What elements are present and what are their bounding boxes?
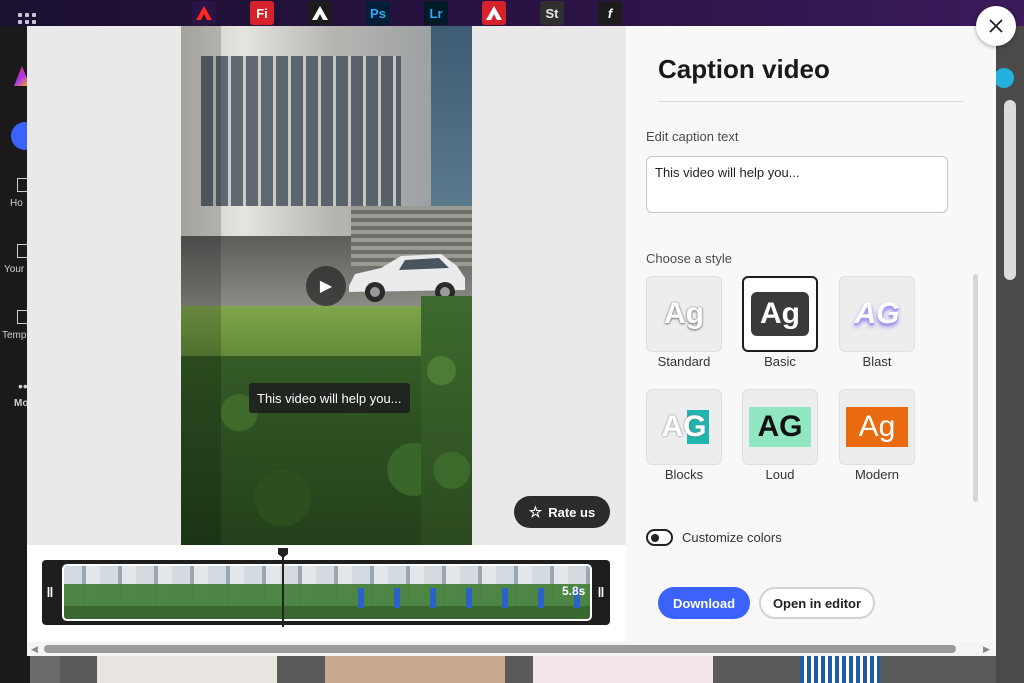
rail-home-label: Ho xyxy=(10,198,23,209)
caption-video-modal: ▶ This video will help you... ☆ Rate us … xyxy=(27,26,996,656)
rail-more-label: Mo xyxy=(14,398,29,409)
style-blocks-label: Blocks xyxy=(664,467,704,482)
app-icons: Fi Ps Lr St f xyxy=(192,0,656,26)
trim-handle-right[interactable]: ‖ xyxy=(597,578,605,606)
scrollbar-thumb[interactable] xyxy=(44,645,956,653)
fonts-icon[interactable]: f xyxy=(598,1,622,25)
customize-colors-toggle[interactable] xyxy=(646,529,673,546)
scroll-left-arrow-icon[interactable]: ◀ xyxy=(31,644,38,655)
style-basic-label: Basic xyxy=(764,354,796,369)
close-button[interactable] xyxy=(976,6,1016,46)
rail-more[interactable]: •• Mo xyxy=(0,378,30,409)
rate-us-label: Rate us xyxy=(548,504,596,520)
adobe-express-icon[interactable] xyxy=(192,1,216,25)
filmstrip[interactable] xyxy=(62,564,592,621)
caption-settings-panel: Caption video Edit caption text This vid… xyxy=(626,26,996,642)
rail-home[interactable]: Ho xyxy=(0,178,31,209)
edit-caption-label: Edit caption text xyxy=(646,129,739,144)
rate-us-button[interactable]: ☆ Rate us xyxy=(514,496,610,528)
panel-scrollbar[interactable] xyxy=(973,274,978,502)
title-divider xyxy=(658,101,964,102)
style-blocks-card[interactable]: AG xyxy=(646,389,722,465)
style-loud-preview: AG xyxy=(749,407,811,447)
close-icon xyxy=(989,19,1003,33)
video-tower xyxy=(431,26,472,236)
stock-icon[interactable]: St xyxy=(540,1,564,25)
filmstrip-frames xyxy=(334,588,584,608)
style-modern-card[interactable]: Ag xyxy=(839,389,915,465)
style-blocks-preview: AG xyxy=(659,410,709,444)
playhead[interactable] xyxy=(282,554,284,627)
background-thumb[interactable] xyxy=(325,655,505,683)
rail-your-stuff[interactable]: Your xyxy=(0,244,30,275)
style-blast-card[interactable]: AG xyxy=(839,276,915,352)
style-standard-preview: Ag xyxy=(664,297,704,330)
user-avatar[interactable] xyxy=(994,68,1014,88)
horizontal-scrollbar[interactable]: ◀ ▶ xyxy=(27,642,996,656)
style-loud-glyph: AG xyxy=(757,410,803,443)
style-modern-label: Modern xyxy=(854,467,900,482)
play-button[interactable]: ▶ xyxy=(306,266,346,306)
photoshop-icon[interactable]: Ps xyxy=(366,1,390,25)
style-modern-preview: Ag xyxy=(846,407,908,447)
acrobat-icon[interactable] xyxy=(482,1,506,25)
video-building-windows xyxy=(201,56,401,206)
open-in-editor-button[interactable]: Open in editor xyxy=(759,587,875,619)
caption-text-input[interactable]: This video will help you... xyxy=(646,156,948,213)
style-blocks-glyph: AG xyxy=(659,410,709,444)
firefly-icon[interactable]: Fi xyxy=(250,1,274,25)
caption-overlay: This video will help you... xyxy=(249,383,410,413)
video-timeline[interactable]: ‖ 5.8s ‖ xyxy=(42,560,610,625)
background-thumb[interactable] xyxy=(533,655,713,683)
customize-colors-label: Customize colors xyxy=(682,530,782,545)
video-shadow xyxy=(181,26,221,545)
background-thumb[interactable] xyxy=(800,655,880,683)
style-blast-label: Blast xyxy=(862,354,892,369)
style-standard-card[interactable]: Ag xyxy=(646,276,722,352)
style-blast-preview: AG xyxy=(854,297,900,330)
app-switcher-bar: Fi Ps Lr St f xyxy=(0,0,1024,31)
video-plants xyxy=(421,296,472,545)
page-scrollbar[interactable] xyxy=(1004,100,1016,280)
style-basic-preview: Ag xyxy=(751,292,809,336)
style-standard-label: Standard xyxy=(657,354,711,369)
express-icon[interactable] xyxy=(308,1,332,25)
rail-templates-label: Temp xyxy=(2,330,27,341)
rail-templates[interactable]: Temp xyxy=(0,310,31,341)
style-basic-glyph: Ag xyxy=(760,297,800,330)
choose-style-label: Choose a style xyxy=(646,251,732,266)
lightroom-icon[interactable]: Lr xyxy=(424,1,448,25)
panel-title: Caption video xyxy=(658,54,830,84)
trim-handle-left[interactable]: ‖ xyxy=(46,578,54,606)
play-icon: ▶ xyxy=(319,278,333,295)
style-modern-glyph: Ag xyxy=(858,410,896,443)
star-icon: ☆ xyxy=(528,504,543,521)
background-thumb[interactable] xyxy=(97,655,277,683)
clip-duration: 5.8s xyxy=(562,584,586,598)
style-loud-label: Loud xyxy=(765,467,795,482)
video-preview-area: ▶ This video will help you... ☆ Rate us xyxy=(27,26,626,545)
rail-your-label: Your xyxy=(4,264,25,275)
download-button[interactable]: Download xyxy=(658,587,750,619)
scroll-right-arrow-icon[interactable]: ▶ xyxy=(983,644,990,655)
style-basic-card[interactable]: Ag xyxy=(742,276,818,352)
style-loud-card[interactable]: AG xyxy=(742,389,818,465)
